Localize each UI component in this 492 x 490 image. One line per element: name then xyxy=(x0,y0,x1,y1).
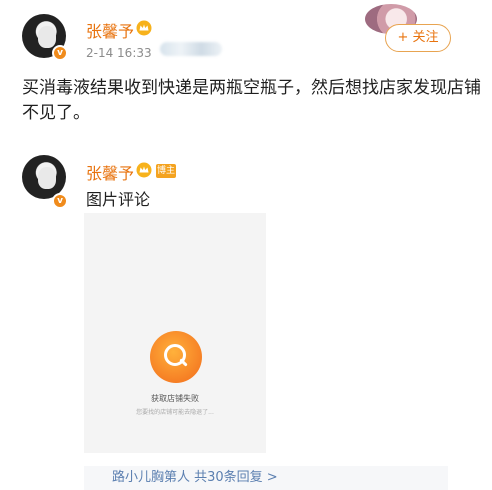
verified-badge-icon: v xyxy=(52,193,68,209)
verified-badge-icon: v xyxy=(52,45,68,61)
store-search-icon xyxy=(150,331,202,383)
comment-text: 图片评论 xyxy=(86,190,151,209)
image-error-title: 获取店铺失败 xyxy=(151,394,199,403)
comment-author-name[interactable]: 张馨予 xyxy=(86,160,134,184)
post-timestamp: 2-14 16:33 xyxy=(86,46,152,60)
crown-icon xyxy=(136,20,152,36)
view-replies-link[interactable]: 路小儿胸第人 共30条回复 > xyxy=(84,466,448,490)
image-error-subtitle: 您要找的店铺可能去隐退了... xyxy=(136,409,214,416)
blurred-source xyxy=(160,42,222,56)
follow-button[interactable]: + 关注 xyxy=(385,24,451,52)
crown-icon xyxy=(136,162,152,178)
post-author-name[interactable]: 张馨予 xyxy=(86,18,134,42)
comment-image[interactable]: 获取店铺失败 您要找的店铺可能去隐退了... xyxy=(84,213,266,453)
post-body-text: 买消毒液结果收到快递是两瓶空瓶子，然后想找店家发现店铺不见了。 xyxy=(22,78,481,123)
blogger-badge: 博主 xyxy=(156,164,176,178)
